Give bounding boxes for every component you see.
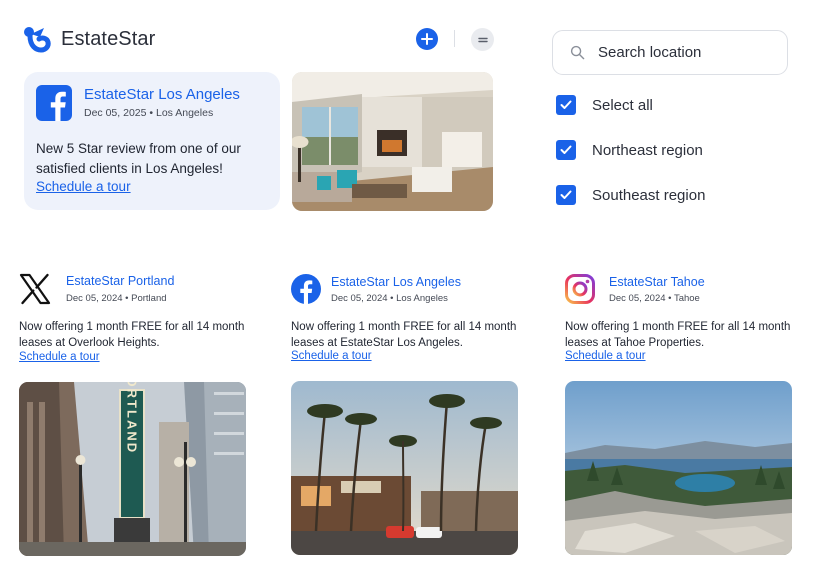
post-card-tahoe[interactable]: EstateStar Tahoe Dec 05, 2024 • Tahoe No… — [565, 272, 805, 562]
brand-logo[interactable]: EstateStar — [22, 24, 155, 54]
filter-label: Select all — [592, 96, 653, 114]
schedule-tour-link[interactable]: Schedule a tour — [19, 351, 100, 363]
search-icon — [570, 45, 585, 60]
check-icon — [560, 145, 572, 154]
lake-tahoe-photo — [565, 381, 792, 555]
portland-street-photo: PORTLAND — [19, 382, 246, 556]
featured-post-card[interactable]: EstateStar Los Angeles Dec 05, 2025 • Lo… — [24, 72, 280, 210]
account-name[interactable]: EstateStar Los Angeles — [331, 275, 461, 289]
post-meta: Dec 05, 2025 • Los Angeles — [84, 107, 214, 119]
post-location: Portland — [131, 293, 167, 304]
check-icon — [560, 190, 572, 199]
living-room-photo — [292, 72, 493, 211]
facebook-icon — [291, 274, 321, 304]
account-name[interactable]: EstateStar Los Angeles — [84, 86, 240, 103]
post-meta: Dec 05, 2024 • Portland — [66, 293, 167, 304]
checkbox[interactable] — [556, 95, 576, 115]
schedule-tour-link[interactable]: Schedule a tour — [291, 350, 372, 362]
brand-name: EstateStar — [61, 27, 156, 50]
toolbar-divider — [454, 30, 455, 47]
account-name[interactable]: EstateStar Tahoe — [609, 275, 705, 289]
menu-button[interactable] — [471, 28, 494, 51]
instagram-icon — [565, 274, 595, 304]
checkbox[interactable] — [556, 140, 576, 160]
filter-select-all[interactable]: Select all — [556, 95, 653, 115]
filter-label: Northeast region — [592, 141, 703, 159]
checkbox[interactable] — [556, 185, 576, 205]
menu-icon — [477, 37, 488, 42]
post-card-portland[interactable]: EstateStar Portland Dec 05, 2024 • Portl… — [19, 272, 259, 562]
post-location: Los Angeles — [155, 107, 214, 119]
filter-northeast-region[interactable]: Northeast region — [556, 140, 703, 160]
plus-icon — [421, 33, 433, 45]
search-box[interactable] — [552, 30, 788, 75]
schedule-tour-link[interactable]: Schedule a tour — [565, 350, 646, 362]
post-body: New 5 Star review from one of our satisf… — [36, 141, 241, 176]
portland-sign-text: PORTLAND — [125, 382, 140, 454]
estatestar-logo-icon — [24, 27, 51, 53]
post-date: Dec 05, 2024 — [331, 293, 388, 304]
account-name[interactable]: EstateStar Portland — [66, 274, 174, 288]
post-date: Dec 05, 2025 — [84, 107, 147, 119]
post-date: Dec 05, 2024 — [66, 293, 123, 304]
post-location: Los Angeles — [396, 293, 448, 304]
add-button[interactable] — [416, 28, 438, 50]
los-angeles-street-photo — [291, 381, 518, 555]
post-body: Now offering 1 month FREE for all 14 mon… — [291, 321, 517, 349]
check-icon — [560, 100, 572, 109]
filter-southeast-region[interactable]: Southeast region — [556, 185, 705, 205]
post-location: Tahoe — [673, 293, 700, 304]
post-card-los-angeles[interactable]: EstateStar Los Angeles Dec 05, 2024 • Lo… — [291, 272, 531, 562]
post-body: Now offering 1 month FREE for all 14 mon… — [19, 321, 245, 349]
filter-label: Southeast region — [592, 186, 706, 204]
post-meta: Dec 05, 2024 • Tahoe — [609, 293, 700, 304]
x-icon — [19, 273, 51, 305]
post-body: Now offering 1 month FREE for all 14 mon… — [565, 321, 791, 349]
post-meta: Dec 05, 2024 • Los Angeles — [331, 293, 448, 304]
post-date: Dec 05, 2024 — [609, 293, 666, 304]
facebook-icon — [36, 85, 72, 121]
schedule-tour-link[interactable]: Schedule a tour — [36, 179, 131, 194]
search-input[interactable] — [598, 44, 768, 61]
